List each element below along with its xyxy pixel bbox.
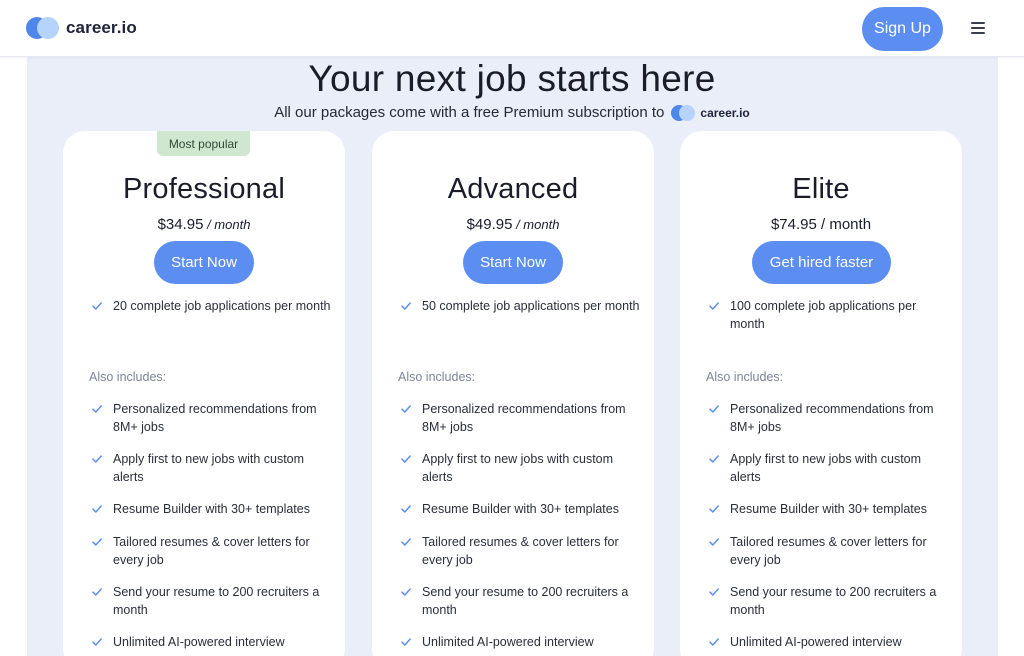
check-icon <box>709 538 719 546</box>
plan-name: Professional <box>123 173 285 205</box>
plan-card-advanced: Advanced $49.95 / month Start Now 50 com… <box>372 131 654 656</box>
feature-item: Unlimited AI-powered interview <box>400 633 640 651</box>
also-includes-label: Also includes: <box>89 370 167 384</box>
feature-item: Apply first to new jobs with custom aler… <box>91 450 331 486</box>
also-includes-label: Also includes: <box>398 370 476 384</box>
plan-price: $34.95 / month <box>63 216 345 233</box>
page-title: Your next job starts here <box>308 58 716 99</box>
feature-item: Apply first to new jobs with custom aler… <box>708 450 948 486</box>
feature-item: Tailored resumes & cover letters for eve… <box>400 533 640 569</box>
check-icon <box>92 638 102 646</box>
check-icon <box>709 638 719 646</box>
hamburger-menu-icon[interactable] <box>969 20 989 36</box>
get-hired-faster-button[interactable]: Get hired faster <box>752 241 891 284</box>
feature-text: Send your resume to 200 recruiters a mon… <box>422 585 629 617</box>
check-icon <box>401 302 411 310</box>
primary-feature: 20 complete job applications per month <box>91 297 331 315</box>
page-subtitle: All our packages come with a free Premiu… <box>0 104 1024 121</box>
feature-text: Resume Builder with 30+ templates <box>422 502 619 516</box>
plan-price: $74.95 / month <box>680 216 962 233</box>
feature-text: Personalized recommendations from 8M+ jo… <box>113 402 317 434</box>
feature-text: 50 complete job applications per month <box>422 299 640 313</box>
check-icon <box>401 588 411 596</box>
feature-item: Personalized recommendations from 8M+ jo… <box>400 400 640 436</box>
check-icon <box>92 302 102 310</box>
top-navigation-bar: career.io Sign Up <box>0 0 1024 57</box>
plan-name: Elite <box>792 173 850 205</box>
feature-text: Unlimited AI-powered interview <box>422 635 594 649</box>
feature-text: Tailored resumes & cover letters for eve… <box>422 535 619 567</box>
feature-text: Unlimited AI-powered interview <box>113 635 285 649</box>
brand-logo[interactable]: career.io <box>26 17 137 39</box>
start-now-button[interactable]: Start Now <box>463 241 563 284</box>
feature-item: Send your resume to 200 recruiters a mon… <box>400 583 640 619</box>
feature-text: Apply first to new jobs with custom aler… <box>422 452 614 484</box>
feature-item: Resume Builder with 30+ templates <box>91 500 331 518</box>
price-amount: $74.95 <box>770 216 817 233</box>
most-popular-badge: Most popular <box>157 131 250 156</box>
feature-text: Resume Builder with 30+ templates <box>730 502 927 516</box>
check-icon <box>709 405 719 413</box>
plan-card-elite: Elite $74.95 / month Get hired faster 10… <box>680 131 962 656</box>
feature-text: Apply first to new jobs with custom aler… <box>113 452 305 484</box>
also-includes-label: Also includes: <box>706 370 784 384</box>
feature-item: Resume Builder with 30+ templates <box>400 500 640 518</box>
check-icon <box>709 588 719 596</box>
check-icon <box>709 505 719 513</box>
feature-item: Tailored resumes & cover letters for eve… <box>91 533 331 569</box>
price-period: / month <box>512 217 560 232</box>
check-icon <box>92 588 102 596</box>
feature-text: Apply first to new jobs with custom aler… <box>730 452 922 484</box>
subtitle-text: All our packages come with a free Premiu… <box>274 104 665 121</box>
feature-text: Personalized recommendations from 8M+ jo… <box>730 402 934 434</box>
feature-item: Personalized recommendations from 8M+ jo… <box>91 400 331 436</box>
primary-feature: 50 complete job applications per month <box>400 297 640 315</box>
plan-card-professional: Most popular Professional $34.95 / month… <box>63 131 345 656</box>
feature-text: Tailored resumes & cover letters for eve… <box>730 535 927 567</box>
check-icon <box>709 455 719 463</box>
check-icon <box>92 405 102 413</box>
check-icon <box>401 505 411 513</box>
feature-item: Resume Builder with 30+ templates <box>708 500 948 518</box>
plan-price: $49.95 / month <box>372 216 654 233</box>
feature-item: Personalized recommendations from 8M+ jo… <box>708 400 948 436</box>
subtitle-brand-name: career.io <box>700 105 750 120</box>
check-icon <box>401 638 411 646</box>
subtitle-brand-logo: career.io <box>671 104 750 121</box>
career-io-logo-icon <box>671 104 696 121</box>
check-icon <box>92 505 102 513</box>
brand-name: career.io <box>66 18 137 37</box>
price-period: / month <box>816 216 872 233</box>
feature-text: Tailored resumes & cover letters for eve… <box>113 535 310 567</box>
feature-text: 20 complete job applications per month <box>113 299 331 313</box>
price-period: / month <box>203 217 251 232</box>
feature-item: Unlimited AI-powered interview <box>91 633 331 651</box>
check-icon <box>92 455 102 463</box>
price-amount: $49.95 <box>466 216 513 233</box>
check-icon <box>709 302 719 310</box>
feature-item: Tailored resumes & cover letters for eve… <box>708 533 948 569</box>
feature-text: Send your resume to 200 recruiters a mon… <box>113 585 320 617</box>
primary-feature: 100 complete job applications per month <box>708 297 948 333</box>
feature-text: Personalized recommendations from 8M+ jo… <box>422 402 626 434</box>
feature-text: Resume Builder with 30+ templates <box>113 502 310 516</box>
feature-text: Unlimited AI-powered interview <box>730 635 902 649</box>
check-icon <box>401 405 411 413</box>
feature-item: Send your resume to 200 recruiters a mon… <box>91 583 331 619</box>
check-icon <box>401 455 411 463</box>
check-icon <box>92 538 102 546</box>
feature-text: Send your resume to 200 recruiters a mon… <box>730 585 937 617</box>
price-amount: $34.95 <box>157 216 204 233</box>
feature-item: Send your resume to 200 recruiters a mon… <box>708 583 948 619</box>
sign-up-button[interactable]: Sign Up <box>862 7 943 51</box>
career-io-logo-icon <box>26 17 60 39</box>
start-now-button[interactable]: Start Now <box>154 241 254 284</box>
plan-name: Advanced <box>447 173 579 205</box>
feature-text: 100 complete job applications per month <box>730 299 917 331</box>
feature-item: Apply first to new jobs with custom aler… <box>400 450 640 486</box>
feature-item: Unlimited AI-powered interview <box>708 633 948 651</box>
check-icon <box>401 538 411 546</box>
